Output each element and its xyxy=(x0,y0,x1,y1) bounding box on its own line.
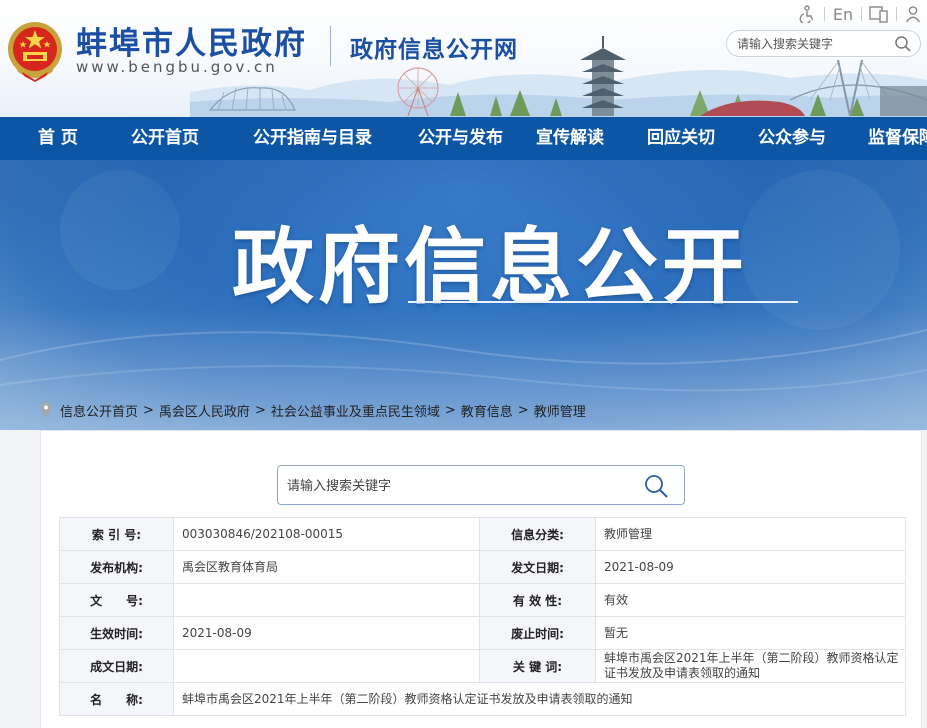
index-number-label: 索 引 号: xyxy=(59,517,174,551)
breadcrumb: 信息公开首页 > 禹会区人民政府 > 社会公益事业及重点民生领域 > 教育信息 … xyxy=(40,400,586,420)
table-row: 发布机构: 禹会区教育体育局 发文日期: 2021-08-09 xyxy=(59,550,906,584)
title-label: 名 称: xyxy=(59,682,174,716)
english-link[interactable]: En xyxy=(829,2,857,26)
repeal-date-value: 暂无 xyxy=(595,616,906,650)
util-separator xyxy=(824,7,825,21)
document-number-value xyxy=(173,583,480,617)
breadcrumb-separator: > xyxy=(517,402,529,418)
breadcrumb-item-district-gov[interactable]: 禹会区人民政府 xyxy=(159,401,250,420)
breadcrumb-item-teacher-management[interactable]: 教师管理 xyxy=(534,401,586,420)
document-number-label: 文 号: xyxy=(59,583,174,617)
breadcrumb-separator: > xyxy=(254,402,266,418)
table-row: 名 称: 蚌埠市禹会区2021年上半年（第二阶段）教师资格认定证书发放及申请表领… xyxy=(59,682,906,716)
util-separator xyxy=(861,7,862,21)
city-skyline-illustration xyxy=(190,36,927,117)
breadcrumb-separator: > xyxy=(444,402,456,418)
validity-value: 有效 xyxy=(595,583,906,617)
effective-date-label: 生效时间: xyxy=(59,616,174,650)
nav-item-publish[interactable]: 公开与发布 xyxy=(418,117,503,160)
main-nav: 首 页 公开首页 公开指南与目录 公开与发布 宣传解读 回应关切 公众参与 监督… xyxy=(0,117,927,160)
banner-underline xyxy=(408,301,798,303)
index-number-value: 003030846/202108-00015 xyxy=(173,517,480,551)
nav-item-guide-catalog[interactable]: 公开指南与目录 xyxy=(253,117,372,160)
effective-date-value: 2021-08-09 xyxy=(173,616,480,650)
keywords-value: 蚌埠市禹会区2021年上半年（第二阶段）教师资格认定证书发放及申请表领取的通知 xyxy=(595,649,906,683)
nav-item-response[interactable]: 回应关切 xyxy=(647,117,715,160)
location-pin-icon xyxy=(40,402,52,418)
issue-date-label: 发文日期: xyxy=(479,550,596,584)
breadcrumb-item-education[interactable]: 教育信息 xyxy=(461,401,513,420)
mobile-icon[interactable] xyxy=(866,2,892,26)
user-icon[interactable] xyxy=(901,2,925,26)
category-value: 教师管理 xyxy=(595,517,906,551)
breadcrumb-item-open-home[interactable]: 信息公开首页 xyxy=(60,401,138,420)
document-info-table: 索 引 号: 003030846/202108-00015 信息分类: 教师管理… xyxy=(59,517,906,716)
issue-date-value: 2021-08-09 xyxy=(595,550,906,584)
util-separator xyxy=(896,7,897,21)
accessibility-icon[interactable] xyxy=(795,2,819,26)
nav-item-interpretation[interactable]: 宣传解读 xyxy=(536,117,604,160)
category-label: 信息分类: xyxy=(479,517,596,551)
site-header: 蚌埠市人民政府 www.bengbu.gov.cn 政府信息公开网 En xyxy=(0,0,927,117)
table-row: 文 号: 有 效 性: 有效 xyxy=(59,583,906,617)
hero-banner: 政府信息公开 xyxy=(0,160,927,430)
publisher-label: 发布机构: xyxy=(59,550,174,584)
table-row: 成文日期: 关 键 词: 蚌埠市禹会区2021年上半年（第二阶段）教师资格认定证… xyxy=(59,649,906,683)
keywords-label: 关 键 词: xyxy=(479,649,596,683)
written-date-value xyxy=(173,649,480,683)
nav-item-home[interactable]: 首 页 xyxy=(38,117,78,160)
nav-item-participation[interactable]: 公众参与 xyxy=(758,117,826,160)
publisher-value: 禹会区教育体育局 xyxy=(173,550,480,584)
breadcrumb-separator: > xyxy=(143,402,154,418)
breadcrumb-item-public-welfare[interactable]: 社会公益事业及重点民生领域 xyxy=(271,401,440,420)
table-row: 生效时间: 2021-08-09 废止时间: 暂无 xyxy=(59,616,906,650)
content-panel: 索 引 号: 003030846/202108-00015 信息分类: 教师管理… xyxy=(40,430,922,728)
national-emblem-icon[interactable] xyxy=(6,20,64,82)
nav-item-supervision[interactable]: 监督保障 xyxy=(868,117,927,160)
content-search-box[interactable] xyxy=(277,465,685,505)
repeal-date-label: 废止时间: xyxy=(479,616,596,650)
title-value: 蚌埠市禹会区2021年上半年（第二阶段）教师资格认定证书发放及申请表领取的通知 xyxy=(173,682,906,716)
validity-label: 有 效 性: xyxy=(479,583,596,617)
search-icon[interactable] xyxy=(643,473,669,499)
content-search-input[interactable] xyxy=(287,476,627,496)
nav-item-open-home[interactable]: 公开首页 xyxy=(131,117,199,160)
table-row: 索 引 号: 003030846/202108-00015 信息分类: 教师管理 xyxy=(59,517,906,551)
written-date-label: 成文日期: xyxy=(59,649,174,683)
